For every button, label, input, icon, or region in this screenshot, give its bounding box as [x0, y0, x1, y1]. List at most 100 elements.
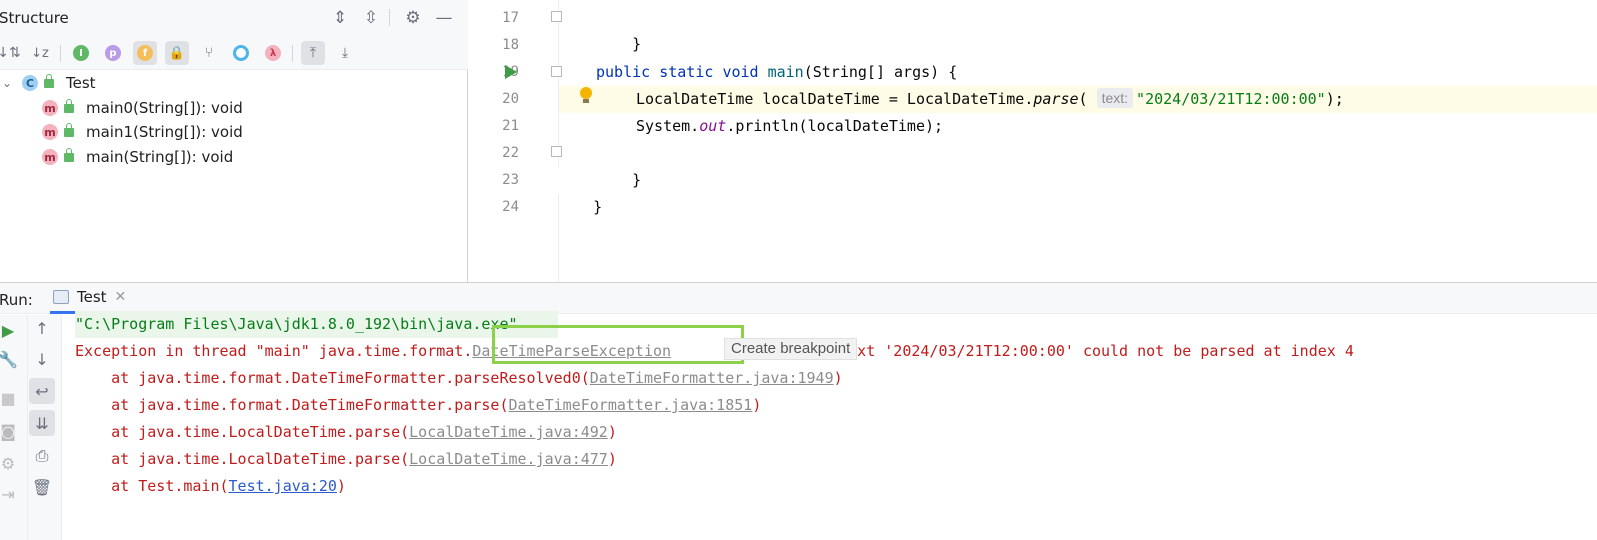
- frame-link[interactable]: LocalDateTime.java:477: [409, 450, 608, 468]
- structure-toolbar: ↓⇅ ↓z I p f 🔒 ⑂ λ ⤒ ⤓: [0, 36, 468, 70]
- frame-text: at java.time.format.DateTimeFormatter.pa…: [75, 369, 590, 387]
- console-command-line: "C:\Program Files\Java\jdk1.8.0_192\bin\…: [75, 311, 558, 338]
- code-text: );: [1325, 90, 1344, 108]
- fold-end-icon[interactable]: [551, 146, 562, 157]
- show-anonymous-icon[interactable]: [229, 41, 253, 65]
- show-non-public-icon[interactable]: 🔒: [165, 41, 189, 65]
- frame-link[interactable]: DateTimeFormatter.java:1949: [590, 369, 834, 387]
- fold-start-icon[interactable]: [551, 66, 562, 77]
- expand-all-icon[interactable]: ⇕: [328, 6, 352, 30]
- wrench-icon[interactable]: 🔧: [0, 346, 21, 372]
- code-text: System.: [636, 117, 700, 135]
- static-field: out: [699, 117, 727, 135]
- show-properties-icon[interactable]: p: [101, 41, 125, 65]
- exit-icon[interactable]: ⇥: [0, 481, 21, 507]
- frame-text: at Test.main(: [75, 477, 229, 495]
- soft-wrap-icon[interactable]: ↩: [29, 378, 55, 404]
- exception-message: : Text '2024/03/21T12:00:00' could not b…: [821, 342, 1354, 360]
- annotation-highlight-box: [492, 325, 744, 364]
- code-text: LocalDateTime localDateTime = LocalDateT…: [636, 90, 1034, 108]
- gear-icon[interactable]: ⚙: [401, 6, 425, 30]
- run-right-toolbar: ↑ ↓ ↩ ⇊ ⎙ 🗑: [28, 315, 62, 540]
- tree-item-label: main(String[]): void: [86, 148, 234, 166]
- frame-text: at java.time.LocalDateTime.parse(: [75, 450, 410, 468]
- close-icon[interactable]: ✕: [115, 289, 127, 305]
- show-inherited-icon[interactable]: I: [69, 41, 93, 65]
- line-number: 20: [502, 91, 519, 107]
- code-text: }: [632, 171, 642, 189]
- line-number: 24: [502, 199, 519, 215]
- settings-gear-icon[interactable]: ⚙: [0, 450, 21, 476]
- frame-link[interactable]: DateTimeFormatter.java:1851: [508, 396, 752, 414]
- trash-icon[interactable]: 🗑: [29, 474, 55, 500]
- minimize-icon[interactable]: —: [432, 6, 456, 30]
- frame-link[interactable]: LocalDateTime.java:492: [409, 423, 608, 441]
- line-number: 21: [502, 118, 519, 134]
- parameter-hint: text:: [1096, 88, 1134, 108]
- code-text: }: [632, 35, 642, 53]
- show-fields-icon[interactable]: f: [133, 41, 157, 65]
- lock-icon: [64, 98, 74, 113]
- autoscroll-to-source-icon[interactable]: ⤒: [301, 41, 325, 65]
- method-name: main: [767, 63, 804, 81]
- scroll-to-end-icon[interactable]: ⇊: [29, 410, 55, 436]
- fold-end-icon[interactable]: [551, 11, 562, 22]
- up-arrow-icon[interactable]: ↑: [29, 315, 55, 341]
- stack-frame: at java.time.format.DateTimeFormatter.pa…: [75, 392, 761, 419]
- line-number: 17: [502, 10, 519, 26]
- camera-icon[interactable]: ◙: [0, 418, 21, 444]
- sort-alphabetically-icon[interactable]: ↓z: [28, 41, 52, 65]
- frame-text: at java.time.format.DateTimeFormatter.pa…: [75, 396, 509, 414]
- tree-root-test[interactable]: ⌄ C Test: [2, 71, 96, 95]
- line-number: 22: [502, 145, 519, 161]
- run-tab-test[interactable]: Test ✕: [50, 283, 142, 314]
- stack-frame: at Test.main(Test.java:20): [75, 473, 346, 500]
- frame-text: ): [833, 369, 843, 387]
- code-line-21: System.out.println(localDateTime);: [636, 113, 943, 140]
- rerun-icon[interactable]: ▶: [0, 317, 21, 343]
- code-line-17: }: [596, 4, 641, 53]
- method-call: parse: [1033, 90, 1079, 108]
- toolbar-separator: [60, 45, 61, 62]
- down-arrow-icon[interactable]: ↓: [29, 346, 55, 372]
- method-icon: m: [42, 100, 58, 116]
- stop-icon[interactable]: ■: [0, 385, 21, 411]
- frame-text: ): [752, 396, 762, 414]
- header-separator: [389, 9, 390, 26]
- editor-gutter[interactable]: 17 18 19 20 21 22 23 24: [469, 0, 562, 282]
- frame-text: ): [336, 477, 346, 495]
- show-lambdas-icon[interactable]: λ: [261, 41, 285, 65]
- tree-item-label: main1(String[]): void: [86, 123, 243, 141]
- line-number: 18: [502, 37, 519, 53]
- autoscroll-from-source-icon[interactable]: ⤓: [333, 41, 357, 65]
- run-tool-header: Run: Test ✕: [0, 282, 1597, 314]
- run-main-icon[interactable]: [505, 65, 517, 79]
- tree-item-label: main0(String[]): void: [86, 99, 243, 117]
- frame-text: ): [607, 423, 617, 441]
- method-icon: m: [42, 124, 58, 140]
- show-lambdas-tree-icon[interactable]: ⑂: [197, 41, 221, 65]
- code-text: .println(localDateTime);: [726, 117, 944, 135]
- string-literal: "2024/03/21T12:00:00": [1136, 90, 1326, 108]
- code-line-19: public static void main(String[] args) {: [596, 59, 957, 86]
- structure-panel: Structure ⇕ ⇳ ⚙ — ↓⇅ ↓z I p f 🔒 ⑂ λ ⤒ ⤓ …: [0, 0, 468, 282]
- stack-frame: at java.time.LocalDateTime.parse(LocalDa…: [75, 419, 617, 446]
- stack-frame: at java.time.format.DateTimeFormatter.pa…: [75, 365, 843, 392]
- keyword: public: [596, 63, 651, 81]
- code-line-22: }: [596, 140, 641, 189]
- code-text: }: [593, 198, 603, 216]
- run-label: Run:: [0, 291, 33, 309]
- sort-by-visibility-icon[interactable]: ↓⇅: [0, 41, 21, 65]
- keyword: static: [659, 63, 714, 81]
- collapse-all-icon[interactable]: ⇳: [359, 6, 383, 30]
- tree-item-main[interactable]: m main(String[]): void: [42, 145, 233, 169]
- create-breakpoint-tooltip[interactable]: Create breakpoint: [724, 338, 858, 360]
- print-icon[interactable]: ⎙: [29, 443, 55, 469]
- code-editor[interactable]: 17 18 19 20 21 22 23 24 } public static …: [469, 0, 1597, 282]
- chevron-down-icon[interactable]: ⌄: [2, 76, 12, 90]
- lightbulb-icon[interactable]: [580, 87, 592, 103]
- frame-link[interactable]: Test.java:20: [229, 477, 337, 495]
- tree-item-main1[interactable]: m main1(String[]): void: [42, 120, 243, 144]
- tree-item-main0[interactable]: m main0(String[]): void: [42, 96, 243, 120]
- frame-text: at java.time.LocalDateTime.parse(: [75, 423, 410, 441]
